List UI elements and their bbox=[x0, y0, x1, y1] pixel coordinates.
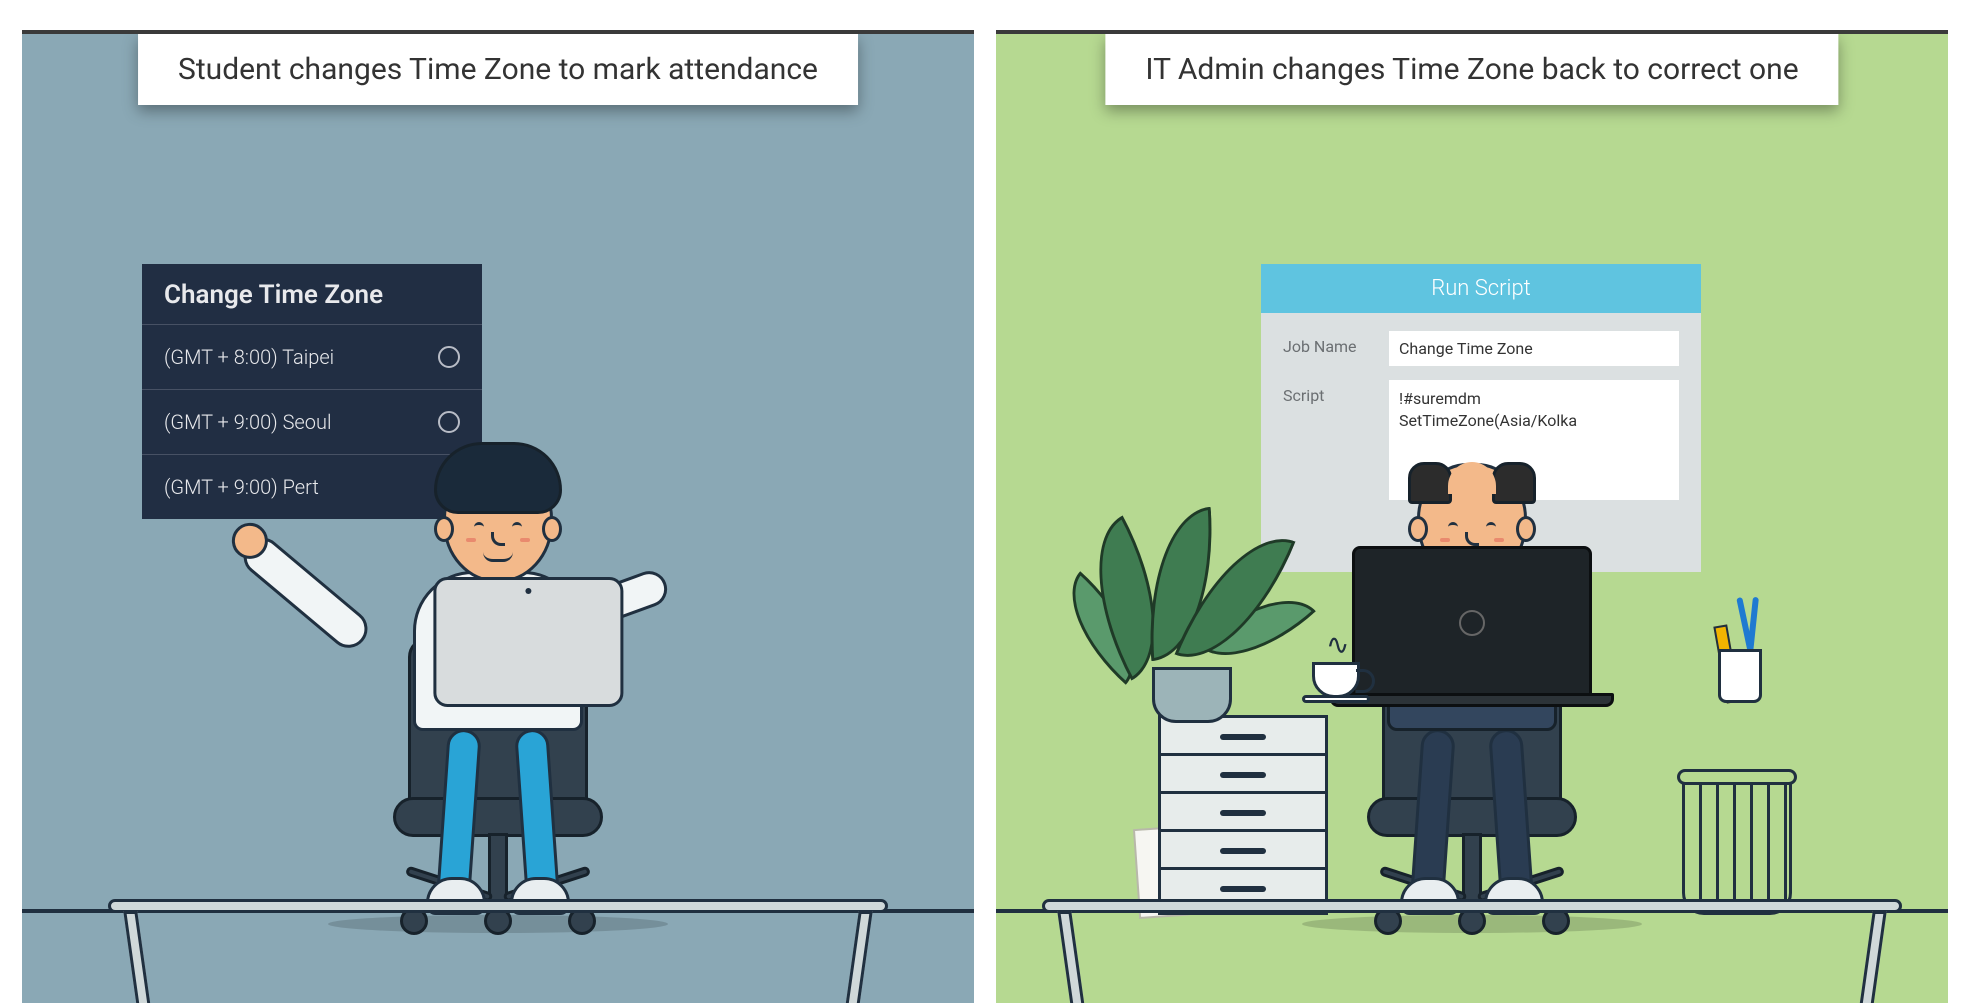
desk-illustration bbox=[108, 899, 888, 913]
timezone-option-label: (GMT + 8:00) Taipei bbox=[164, 345, 334, 369]
caption-student: Student changes Time Zone to mark attend… bbox=[138, 34, 858, 105]
timezone-option[interactable]: (GMT + 9:00) Seoul bbox=[142, 389, 482, 454]
script-label: Script bbox=[1283, 380, 1373, 405]
scene-student: Change Time Zone (GMT + 8:00) Taipei (GM… bbox=[22, 34, 974, 1003]
pencil-cup-illustration bbox=[1718, 649, 1762, 703]
tablet-illustration bbox=[433, 577, 623, 707]
timezone-option[interactable]: (GMT + 8:00) Taipei bbox=[142, 324, 482, 389]
timezone-dialog: Change Time Zone (GMT + 8:00) Taipei (GM… bbox=[142, 264, 482, 519]
drawers-illustration bbox=[1158, 715, 1328, 915]
job-name-label: Job Name bbox=[1283, 331, 1373, 356]
timezone-dialog-title: Change Time Zone bbox=[142, 264, 482, 324]
caption-admin: IT Admin changes Time Zone back to corre… bbox=[1105, 34, 1838, 105]
plant-illustration bbox=[1072, 503, 1292, 723]
timezone-option-label: (GMT + 9:00) Pert bbox=[164, 475, 438, 499]
job-name-input[interactable]: Change Time Zone bbox=[1389, 331, 1679, 366]
radio-icon bbox=[438, 346, 460, 368]
desk-illustration bbox=[1042, 899, 1902, 913]
run-script-header: Run Script bbox=[1261, 264, 1701, 313]
panel-student: Student changes Time Zone to mark attend… bbox=[22, 30, 974, 1003]
laptop-illustration bbox=[1352, 546, 1592, 707]
timezone-option-label: (GMT + 9:00) Seoul bbox=[164, 410, 331, 434]
bin-illustration bbox=[1682, 775, 1792, 915]
radio-icon bbox=[438, 411, 460, 433]
pen-illustration bbox=[1747, 597, 1759, 653]
scene-admin: Run Script Job Name Change Time Zone Scr… bbox=[996, 34, 1948, 1003]
timezone-option[interactable]: (GMT + 9:00) Pert bbox=[142, 454, 482, 519]
coffee-cup-illustration: ∿ bbox=[1312, 662, 1360, 703]
panel-admin: IT Admin changes Time Zone back to corre… bbox=[996, 30, 1948, 1003]
